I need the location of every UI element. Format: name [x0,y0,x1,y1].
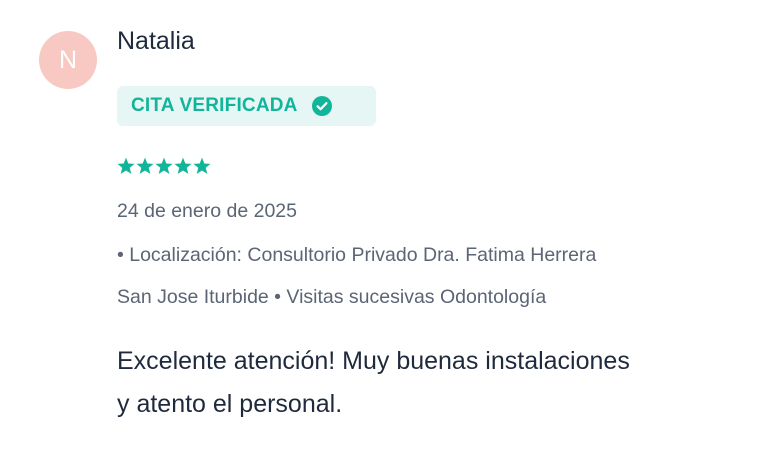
reviewer-name: Natalia [117,27,195,55]
review-text-line: y atento el personal. [117,390,343,418]
review-date: 24 de enero de 2025 [117,200,297,222]
review-text-line: Excelente atención! Muy buenas instalaci… [117,347,630,375]
star-icon [136,157,154,174]
verified-badge: CITA VERIFICADA [117,86,376,126]
verified-badge-label: CITA VERIFICADA [131,95,298,116]
avatar: N [39,31,97,89]
star-icon [174,157,192,174]
review-text: Excelente atención! Muy buenas instalaci… [117,340,747,426]
check-circle-icon [311,96,332,116]
review-location: • Localización: Consultorio Privado Dra.… [117,244,597,266]
star-icon [193,157,211,174]
review-visit-type: San Jose Iturbide • Visitas sucesivas Od… [117,286,547,308]
star-icon [155,157,173,174]
avatar-initial: N [58,45,78,74]
star-rating [117,157,211,175]
star-icon [117,157,135,174]
review-card: N Natalia CITA VERIFICADA 24 de enero de… [0,0,768,465]
